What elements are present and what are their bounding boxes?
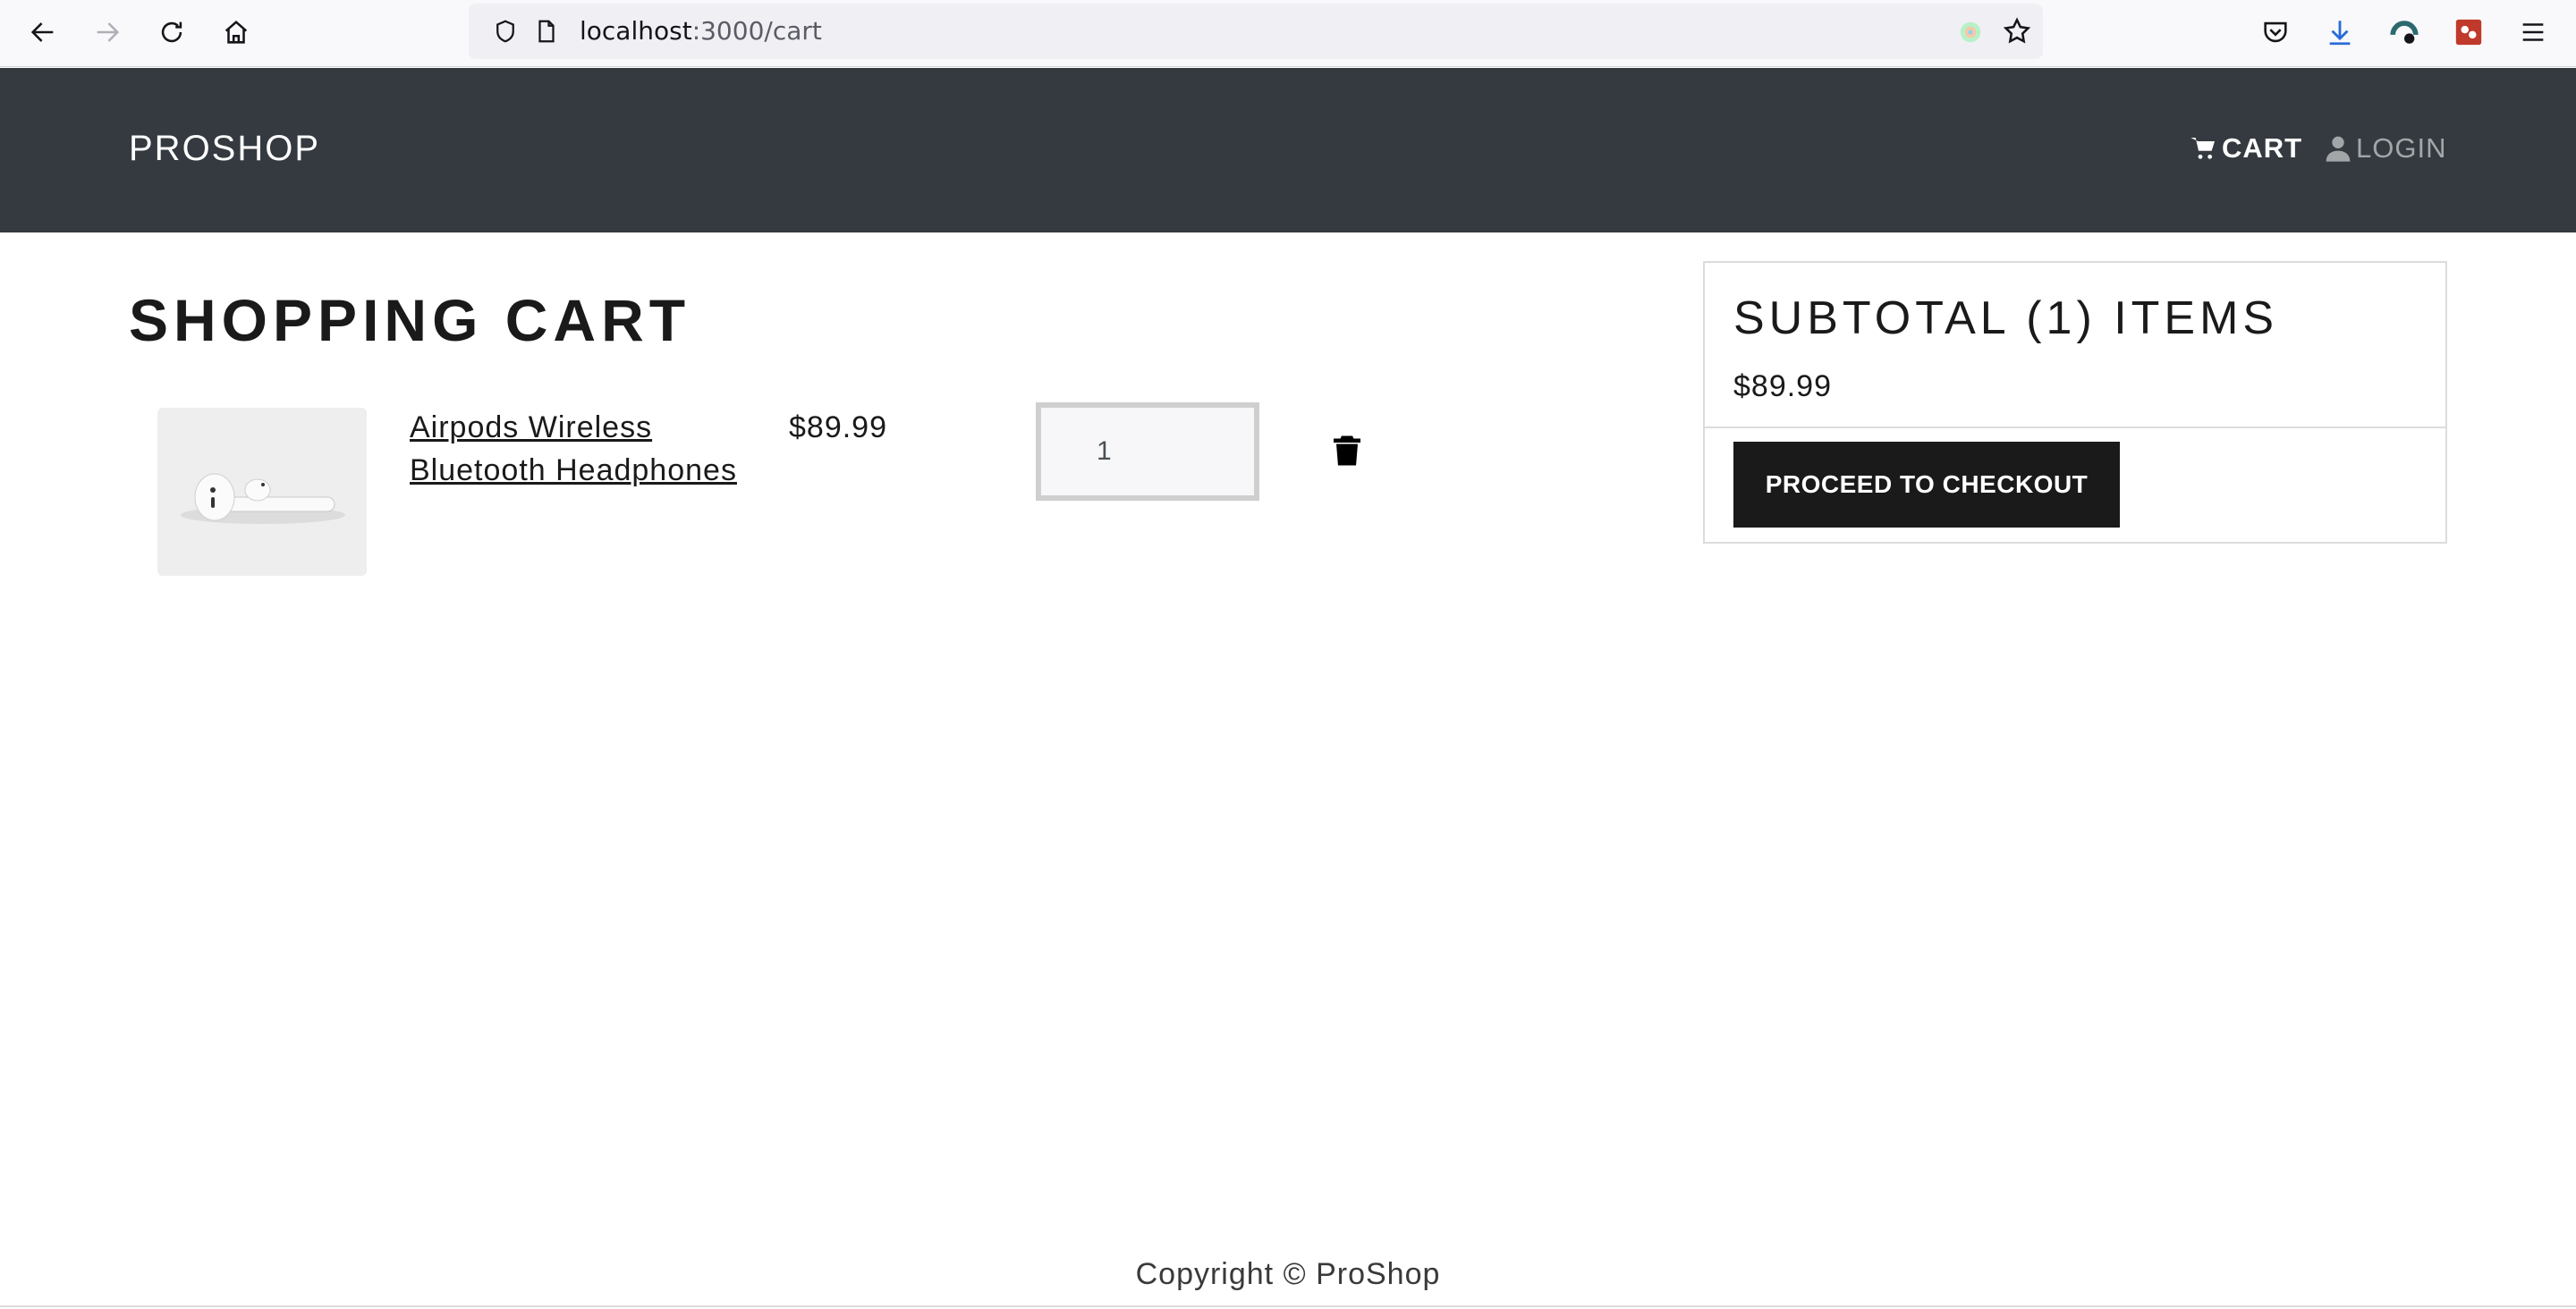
home-icon[interactable]: [216, 13, 256, 52]
extension-red-icon[interactable]: [2449, 13, 2488, 52]
quantity-select[interactable]: 1: [1036, 402, 1259, 501]
summary-divider: [1705, 426, 2445, 428]
page-title: SHOPPING CART: [129, 287, 691, 353]
nav-login-link[interactable]: LOGIN: [2324, 131, 2446, 166]
nav-cart-label: CART: [2222, 132, 2303, 164]
trash-icon: [1334, 435, 1360, 466]
shield-icon[interactable]: [492, 18, 519, 45]
product-name-link[interactable]: Airpods Wireless Bluetooth Headphones: [410, 406, 785, 492]
nav-login-label: LOGIN: [2356, 132, 2447, 164]
site-header: PROSHOP CART LOGIN: [0, 68, 2576, 232]
extension-icon[interactable]: [1957, 19, 1984, 46]
cart-icon: [2190, 138, 2215, 159]
forward-icon[interactable]: [88, 13, 127, 52]
user-icon: [2326, 136, 2351, 162]
vpn-icon[interactable]: [2385, 13, 2424, 52]
url-bar[interactable]: localhost:3000/cart: [469, 4, 2043, 59]
back-icon[interactable]: [23, 13, 63, 52]
remove-item-button[interactable]: [1329, 431, 1365, 470]
download-icon[interactable]: [2320, 13, 2360, 52]
url-path: :3000/cart: [691, 16, 822, 46]
checkout-button[interactable]: PROCEED TO CHECKOUT: [1733, 442, 2120, 528]
nav-cart-link[interactable]: CART: [2190, 131, 2302, 166]
subtotal-amount: $89.99: [1733, 369, 1832, 403]
product-price: $89.99: [789, 410, 887, 444]
bookmark-star-icon[interactable]: [2002, 16, 2032, 46]
footer-divider: [0, 1305, 2576, 1307]
menu-icon[interactable]: [2513, 13, 2553, 52]
reload-icon[interactable]: [152, 13, 191, 52]
cart-item: Airpods Wireless Bluetooth Headphones $8…: [129, 393, 1631, 590]
brand-logo[interactable]: PROSHOP: [129, 123, 320, 173]
browser-toolbar: localhost:3000/cart: [0, 0, 2576, 67]
footer-copyright: Copyright © ProShop: [1135, 1257, 1441, 1291]
url-host: localhost: [580, 16, 692, 46]
page-icon: [538, 20, 555, 43]
url-text[interactable]: localhost:3000/cart: [580, 16, 822, 46]
order-summary-card: SUBTOTAL (1) ITEMS $89.99 PROCEED TO CHE…: [1703, 261, 2447, 544]
product-image: [157, 408, 367, 576]
subtotal-heading: SUBTOTAL (1) ITEMS: [1733, 292, 2279, 344]
pocket-icon[interactable]: [2256, 13, 2295, 52]
